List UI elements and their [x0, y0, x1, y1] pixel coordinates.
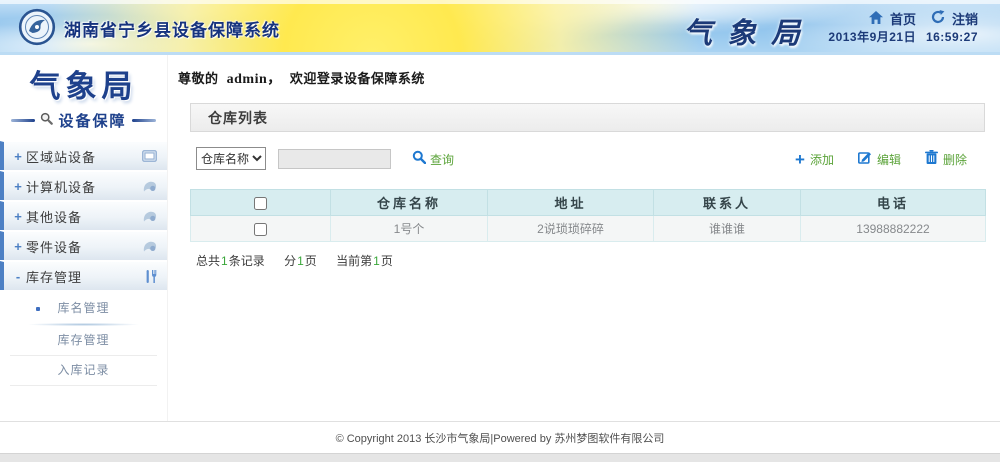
date-label: 2013年9月21日 — [828, 30, 916, 44]
column-header-address: 地址 — [488, 190, 654, 216]
row-select-cell — [191, 216, 331, 242]
add-button-label: 添加 — [810, 151, 834, 168]
current-page-number: 1 — [372, 254, 381, 268]
sidebar-subitem-warehouse-names[interactable]: 库名管理 — [0, 294, 167, 323]
magnifier-icon — [412, 150, 426, 169]
sidebar: 气象局 设备保障 + 区域站设备 + 计算机设备 — [0, 55, 168, 425]
sidebar-item-label: 计算机设备 — [26, 177, 143, 196]
sidebar-item-inventory-management[interactable]: - 库存管理 — [0, 261, 167, 290]
refresh-icon — [931, 10, 945, 27]
home-icon — [869, 11, 883, 27]
column-header-phone: 电话 — [801, 190, 986, 216]
magnifier-icon — [40, 112, 53, 130]
warehouse-list-panel: 仓库列表 仓库名称 查询 + 添加 — [190, 103, 985, 269]
greeting-suffix: 欢迎登录设备保障系统 — [290, 71, 425, 86]
expand-plus-icon: + — [10, 179, 26, 194]
submenu-divider — [10, 385, 157, 386]
active-bullet-icon — [36, 307, 40, 311]
row-checkbox[interactable] — [254, 223, 267, 236]
add-button[interactable]: + 添加 — [795, 151, 834, 168]
comment-icon — [143, 181, 157, 192]
comment-icon — [143, 241, 157, 252]
edit-icon — [858, 150, 872, 169]
tools-icon — [145, 270, 157, 283]
sidebar-logo-subtitle-row: 设备保障 — [0, 110, 167, 131]
sidebar-subitem-label: 入库记录 — [57, 363, 109, 377]
logout-link[interactable]: 注销 — [952, 9, 978, 28]
brand-calligraphy: 气象局 — [683, 10, 815, 52]
table-header-row: 仓库名称 地址 联系人 电话 — [191, 190, 986, 216]
expand-plus-icon: + — [10, 149, 26, 164]
search-field-select[interactable]: 仓库名称 — [196, 147, 266, 170]
total-pages-count: 1 — [296, 254, 305, 268]
sidebar-submenu: 库名管理 库存管理 入库记录 — [0, 294, 167, 386]
panel-title: 仓库列表 — [190, 103, 985, 132]
sidebar-item-label: 其他设备 — [26, 207, 143, 226]
greeting-username: admin， — [227, 72, 282, 87]
datetime: 2013年9月21日 16:59:27 — [822, 28, 978, 45]
search-button[interactable]: 查询 — [412, 150, 454, 169]
main-content: 尊敬的 admin， 欢迎登录设备保障系统 仓库列表 仓库名称 查询 — [168, 55, 1000, 425]
sidebar-subitem-inbound-records[interactable]: 入库记录 — [0, 356, 167, 385]
search-button-label: 查询 — [430, 151, 454, 168]
column-header-contact: 联系人 — [654, 190, 801, 216]
collapse-minus-icon: - — [10, 269, 26, 284]
expand-plus-icon: + — [10, 239, 26, 254]
sidebar-item-computer-devices[interactable]: + 计算机设备 — [0, 171, 167, 200]
table-row[interactable]: 1号个 2说琐琐碎碎 谁谁谁 13988882222 — [191, 216, 986, 242]
pagination-pages: 分1页 — [284, 254, 317, 268]
greeting-prefix: 尊敬的 — [178, 71, 219, 86]
trash-icon — [925, 150, 938, 169]
sidebar-subitem-inventory[interactable]: 库存管理 — [0, 326, 167, 355]
system-title: 湖南省宁乡县设备保障系统 — [64, 16, 280, 41]
decorative-bar-left — [11, 119, 35, 122]
delete-button[interactable]: 删除 — [925, 150, 967, 169]
footer-strip — [0, 453, 1000, 462]
column-header-name: 仓库名称 — [331, 190, 488, 216]
top-banner: 湖南省宁乡县设备保障系统 气象局 首页 注销 2013年9月21日 16:59:… — [0, 0, 1000, 55]
warehouse-table: 仓库名称 地址 联系人 电话 1号个 2说琐琐碎碎 谁谁谁 13988 — [190, 189, 986, 242]
sidebar-logo-subtitle: 设备保障 — [58, 110, 126, 131]
table-actions: + 添加 编辑 删除 — [795, 150, 967, 169]
copyright-text: © Copyright 2013 长沙市气象局|Powered by 苏州梦图软… — [0, 422, 1000, 453]
sidebar-item-other-devices[interactable]: + 其他设备 — [0, 201, 167, 230]
plus-icon: + — [795, 153, 805, 166]
home-link[interactable]: 首页 — [890, 9, 916, 28]
welcome-message: 尊敬的 admin， 欢迎登录设备保障系统 — [168, 55, 1000, 88]
sidebar-subitem-label: 库存管理 — [57, 333, 109, 347]
sidebar-item-label: 区域站设备 — [26, 147, 142, 166]
time-label: 16:59:27 — [926, 30, 978, 44]
cell-address: 2说琐琐碎碎 — [488, 216, 654, 242]
sidebar-item-label: 零件设备 — [26, 237, 143, 256]
select-all-checkbox[interactable] — [254, 197, 267, 210]
footer: © Copyright 2013 长沙市气象局|Powered by 苏州梦图软… — [0, 421, 1000, 462]
delete-button-label: 删除 — [943, 151, 967, 168]
cell-phone: 13988882222 — [801, 216, 986, 242]
pagination: 总共1条记录 分1页 当前第1页 — [196, 252, 985, 269]
expand-plus-icon: + — [10, 209, 26, 224]
bureau-emblem-icon — [18, 8, 56, 51]
edit-button-label: 编辑 — [877, 151, 901, 168]
sidebar-item-label: 库存管理 — [26, 267, 145, 286]
cell-warehouse-name: 1号个 — [331, 216, 488, 242]
monitor-icon — [142, 150, 157, 162]
total-records-count: 1 — [220, 254, 229, 268]
sidebar-subitem-label: 库名管理 — [57, 301, 109, 315]
select-all-header-cell — [191, 190, 331, 216]
sidebar-logo-title: 气象局 — [0, 61, 167, 106]
search-input[interactable] — [278, 149, 391, 169]
sidebar-menu: + 区域站设备 + 计算机设备 + 其他设备 — [0, 141, 167, 386]
pagination-total: 总共1条记录 — [196, 254, 265, 268]
decorative-bar-right — [132, 119, 156, 122]
pagination-current: 当前第1页 — [336, 254, 393, 268]
edit-button[interactable]: 编辑 — [858, 150, 901, 169]
panel-toolbar: 仓库名称 查询 + 添加 — [190, 147, 985, 173]
app-window: 湖南省宁乡县设备保障系统 气象局 首页 注销 2013年9月21日 16:59:… — [0, 0, 1000, 462]
sidebar-item-parts-devices[interactable]: + 零件设备 — [0, 231, 167, 260]
cell-contact: 谁谁谁 — [654, 216, 801, 242]
sidebar-item-regional-station-devices[interactable]: + 区域站设备 — [0, 141, 167, 170]
comment-icon — [143, 211, 157, 222]
